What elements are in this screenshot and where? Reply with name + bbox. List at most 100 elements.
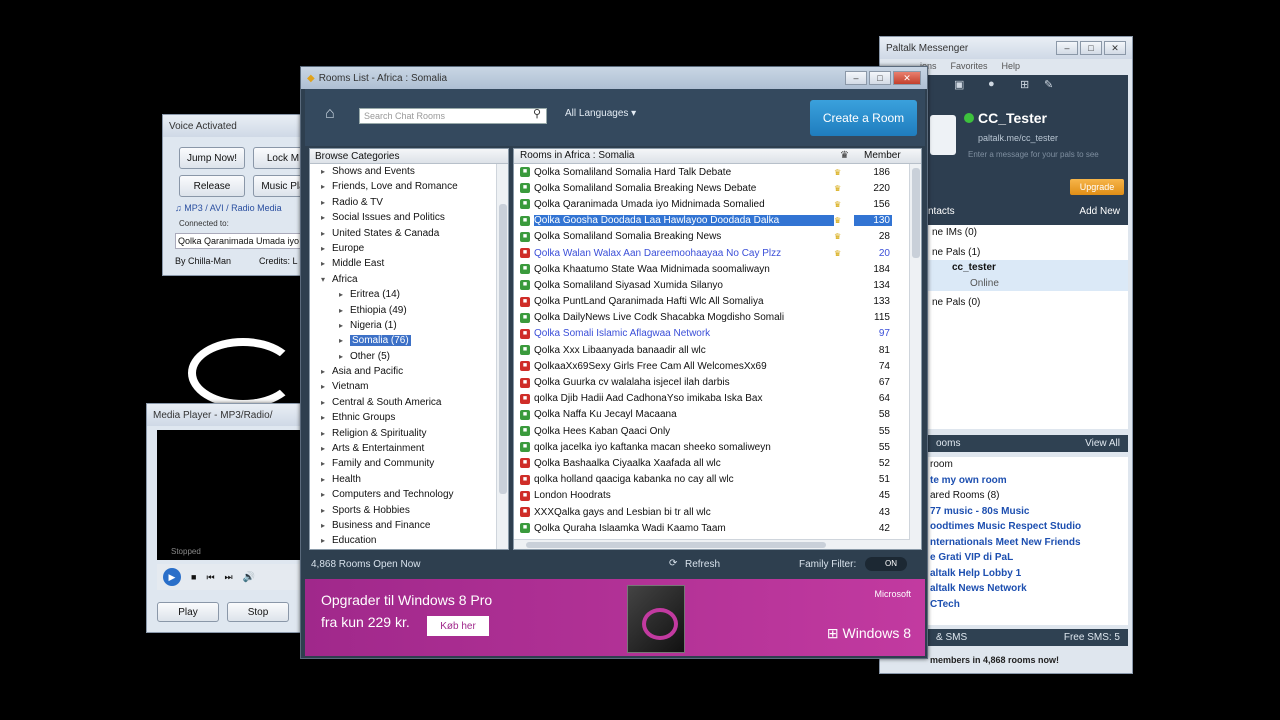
category-item[interactable]: Europe — [310, 241, 508, 257]
room-name[interactable]: qolka Djib Hadii Aad CadhonaYso imikaba … — [534, 393, 834, 404]
room-name[interactable]: Qolka Guurka cv walalaha isjecel ilah da… — [534, 377, 834, 388]
room-shortcut[interactable]: CTech — [924, 597, 1128, 613]
rooms-horizontal-scrollbar[interactable] — [514, 539, 910, 549]
minimize-button[interactable]: – — [1056, 41, 1078, 55]
subcategory-item[interactable]: Other (5) — [310, 349, 508, 365]
home-icon[interactable]: ⌂ — [325, 105, 335, 123]
subcategory-item[interactable]: Eritrea (14) — [310, 287, 508, 303]
rooms-titlebar[interactable]: ◆ Rooms List - Africa : Somalia – □ ✕ — [301, 67, 927, 89]
room-shortcut[interactable]: e Grati VIP di PaL — [924, 550, 1128, 566]
room-shortcut[interactable]: room — [924, 457, 1128, 473]
room-name[interactable]: Qolka Quraha Islaamka Wadi Kaamo Taam — [534, 523, 834, 534]
category-item[interactable]: Business and Finance — [310, 518, 508, 534]
cart-icon[interactable]: ⊞ — [1020, 78, 1029, 91]
room-row[interactable]: ■ Qolka Goosha Doodada Laa Hawlayoo Dooda… — [514, 213, 921, 229]
room-name[interactable]: Qolka Walan Walax Aan Dareemoohaayaa No … — [534, 248, 834, 259]
room-row[interactable]: ■ Qolka Walan Walax Aan Dareemoohaayaa No… — [514, 245, 921, 261]
room-name[interactable]: Qolka Xxx Libaanyada banaadir all wlc — [534, 345, 834, 356]
category-item[interactable]: Arts & Entertainment — [310, 441, 508, 457]
room-row[interactable]: ■ Qolka Somaliland Somalia Breaking News … — [514, 180, 921, 196]
room-name[interactable]: Qolka Naffa Ku Jecayl Macaana — [534, 409, 834, 420]
room-name[interactable]: Qolka Somaliland Somalia Hard Talk Debat… — [534, 167, 834, 178]
room-row[interactable]: ■ Qolka Somaliland Somalia Breaking News ♛… — [514, 229, 921, 245]
view-all-link[interactable]: View All — [1085, 438, 1120, 449]
refresh-button[interactable]: Refresh — [685, 559, 720, 570]
category-item[interactable]: Asia and Pacific — [310, 364, 508, 380]
room-name[interactable]: Qolka PuntLand Qaranimada Hafti Wlc All … — [534, 296, 834, 307]
ad-buy-button[interactable]: Køb her — [427, 616, 489, 636]
play-icon[interactable]: ▶ — [163, 568, 181, 586]
room-name[interactable]: Qolka Somaliland Somalia Breaking News — [534, 231, 834, 242]
category-item[interactable]: Religion & Spirituality — [310, 426, 508, 442]
room-shortcut[interactable]: altalk News Network — [924, 581, 1128, 597]
categories-scrollbar[interactable] — [496, 164, 508, 549]
free-sms-label[interactable]: Free SMS: 5 — [1064, 632, 1120, 643]
room-name[interactable]: Qolka Somali Islamic Aflagwaa Network — [534, 328, 834, 339]
maximize-button[interactable]: □ — [1080, 41, 1102, 55]
category-item[interactable]: Radio & TV — [310, 195, 508, 211]
search-input[interactable]: Search Chat Rooms — [359, 108, 547, 124]
category-item[interactable]: Central & South America — [310, 395, 508, 411]
add-new-button[interactable]: Add New — [1079, 203, 1120, 221]
room-name[interactable]: XXXQalka gays and Lesbian bi tr all wlc — [534, 507, 834, 518]
subcategory-item-selected[interactable]: Somalia (76) — [310, 333, 508, 349]
room-name[interactable]: Qolka Hees Kaban Qaaci Only — [534, 426, 834, 437]
room-name[interactable]: qolka jacelka iyo kaftanka macan sheeko … — [534, 442, 834, 453]
play-button[interactable]: Play — [157, 602, 219, 622]
profile-url[interactable]: paltalk.me/cc_tester — [978, 133, 1058, 143]
room-shortcut[interactable]: nternationals Meet New Friends — [924, 535, 1128, 551]
jump-now-button[interactable]: Jump Now! — [179, 147, 245, 169]
close-button[interactable]: ✕ — [1104, 41, 1126, 55]
ad-banner[interactable]: Opgrader til Windows 8 Pro fra kun 229 k… — [305, 579, 925, 656]
room-row[interactable]: ■ Qolka Khaatumo State Waa Midnimada soom… — [514, 261, 921, 277]
family-filter-toggle[interactable]: ON — [865, 557, 907, 571]
messenger-titlebar[interactable]: Paltalk Messenger – □ ✕ — [880, 37, 1132, 59]
room-shortcut[interactable]: altalk Help Lobby 1 — [924, 566, 1128, 582]
avatar[interactable] — [930, 115, 956, 155]
volume-icon[interactable]: 🔊 — [243, 572, 255, 583]
contacts-title[interactable]: ntacts — [928, 203, 955, 221]
stop-button[interactable]: Stop — [227, 602, 289, 622]
room-name[interactable]: Qolka Khaatumo State Waa Midnimada sooma… — [534, 264, 834, 275]
room-shortcut[interactable]: oodtimes Music Respect Studio — [924, 519, 1128, 535]
room-row[interactable]: ■ Qolka Guurka cv walalaha isjecel ilah d… — [514, 374, 921, 390]
upgrade-button[interactable]: Upgrade — [1070, 179, 1124, 195]
room-row[interactable]: ■ Qolka PuntLand Qaranimada Hafti Wlc All… — [514, 294, 921, 310]
menu-favorites[interactable]: Favorites — [951, 61, 988, 71]
room-row[interactable]: ■ Qolka Somaliland Somalia Hard Talk Deba… — [514, 164, 921, 180]
chat-icon[interactable]: ● — [988, 78, 995, 90]
voice-titlebar[interactable]: Voice Activated — [163, 115, 311, 137]
room-shortcut[interactable]: ared Rooms (8) — [924, 488, 1128, 504]
room-row[interactable]: ■ qolka Djib Hadii Aad CadhonaYso imikaba… — [514, 391, 921, 407]
room-shortcut[interactable]: 77 music - 80s Music — [924, 504, 1128, 520]
subcategory-item[interactable]: Ethiopia (49) — [310, 303, 508, 319]
refresh-icon[interactable]: ⟳ — [669, 558, 677, 569]
create-room-button[interactable]: Create a Room — [810, 100, 917, 136]
room-name[interactable]: Qolka Somaliland Somalia Breaking News D… — [534, 183, 834, 194]
search-icon[interactable]: ⚲ — [533, 107, 541, 120]
category-item[interactable]: Friends, Love and Romance — [310, 179, 508, 195]
room-row[interactable]: ■ Qolka Somaliland Siyasad Xumida Silanyo… — [514, 277, 921, 293]
room-row[interactable]: ■ London Hoodrats 45 — [514, 488, 921, 504]
subcategory-item[interactable]: Nigeria (1) — [310, 318, 508, 334]
category-item[interactable]: Vietnam — [310, 379, 508, 395]
category-item[interactable]: Family and Community — [310, 456, 508, 472]
room-row[interactable]: ■ QolkaaXx69Sexy Girls Free Cam All Welco… — [514, 358, 921, 374]
tools-icon[interactable]: ✎ — [1044, 78, 1053, 91]
stop-icon[interactable]: ■ — [191, 572, 196, 582]
room-row[interactable]: ■ Qolka Qaranimada Umada iyo Midnimada So… — [514, 196, 921, 212]
category-item[interactable]: Health — [310, 472, 508, 488]
language-dropdown[interactable]: All Languages ▾ — [565, 108, 636, 119]
rooms-scrollbar[interactable] — [909, 164, 921, 549]
room-row[interactable]: ■ Qolka Hees Kaban Qaaci Only 55 — [514, 423, 921, 439]
category-item[interactable]: Education — [310, 533, 508, 549]
message-field[interactable]: Enter a message for your pals to see — [968, 149, 1100, 175]
room-row[interactable]: ■ qolka holland qaaciga kabanka no cay al… — [514, 472, 921, 488]
room-name[interactable]: Qolka Qaranimada Umada iyo Midnimada Som… — [534, 199, 834, 210]
room-shortcut[interactable]: te my own room — [924, 473, 1128, 489]
room-row[interactable]: ■ Qolka Quraha Islaamka Wadi Kaamo Taam 42 — [514, 520, 921, 536]
rooms-column-header[interactable]: Rooms in Africa : Somalia — [514, 149, 834, 163]
room-row[interactable]: ■ qolka jacelka iyo kaftanka macan sheeko… — [514, 439, 921, 455]
prev-icon[interactable]: ⏮ — [206, 572, 214, 583]
members-column-header[interactable]: Member — [858, 149, 908, 163]
